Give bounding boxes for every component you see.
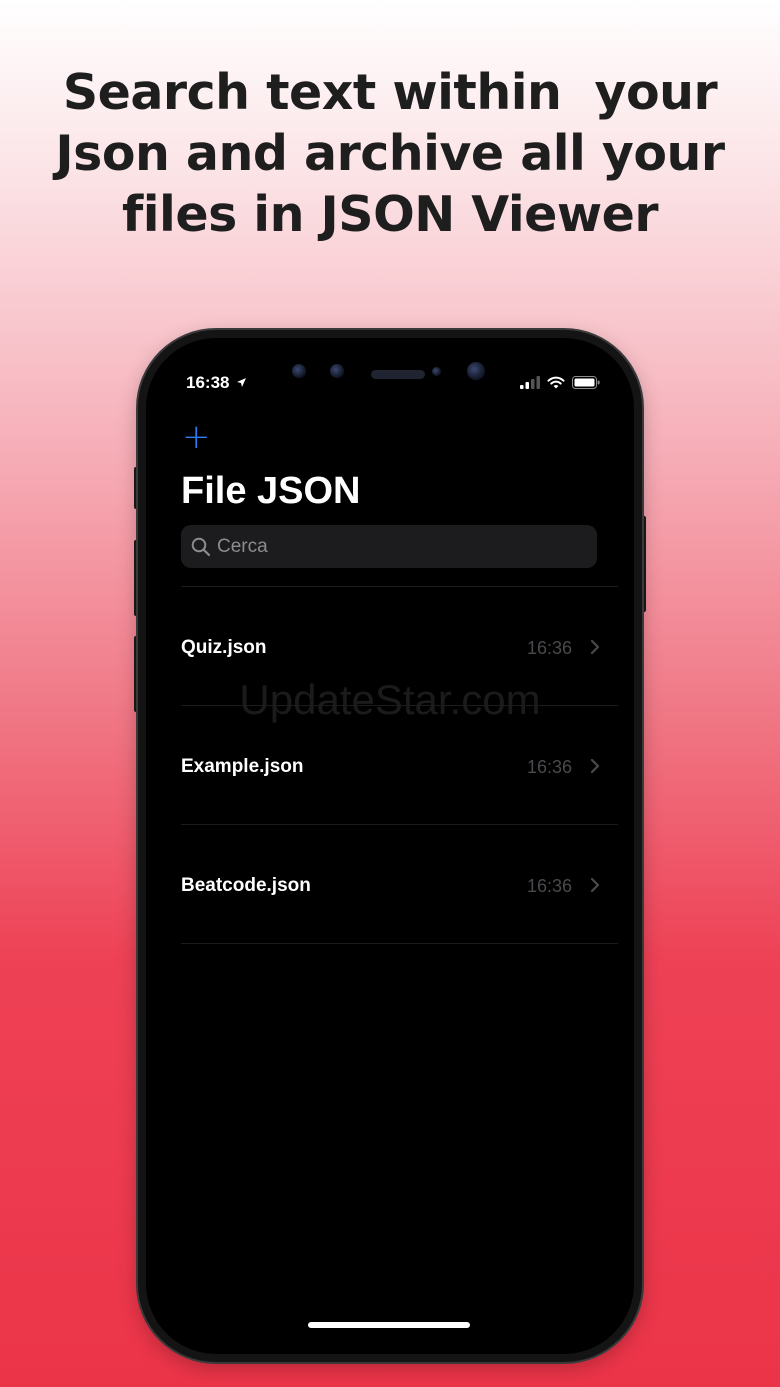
sensor-icon (292, 364, 306, 378)
status-time-text: 16:38 (186, 373, 230, 392)
chevron-right-icon (590, 758, 600, 774)
chevron-right-icon (590, 877, 600, 893)
file-time: 16:36 (526, 638, 572, 658)
file-name: Beatcode.json (181, 875, 311, 896)
search-bar[interactable] (181, 525, 597, 568)
promo-headline: Search text within your Json and archive… (40, 62, 740, 245)
file-name: Quiz.json (181, 637, 267, 658)
list-divider (181, 943, 618, 944)
file-row-example[interactable]: Example.json 16:36 (181, 706, 618, 824)
sensor-icon (330, 364, 344, 378)
headline-line-1: Search text within your (62, 64, 718, 121)
battery-icon (572, 375, 600, 389)
phone-screen: 16:38 + File JSON Cerca UpdateStar.com Q… (146, 338, 634, 1354)
file-row-quiz[interactable]: Quiz.json 16:36 (181, 587, 618, 705)
location-arrow-icon (237, 378, 247, 387)
file-time: 16:36 (526, 876, 572, 896)
phone-frame: 16:38 + File JSON Cerca UpdateStar.com Q… (138, 330, 642, 1362)
status-time: 16:38 (186, 373, 247, 393)
headline-line-3: files in JSON Viewer (121, 186, 659, 243)
front-camera-icon (467, 362, 485, 380)
sensor-icon (432, 367, 441, 376)
search-icon (191, 537, 211, 556)
home-indicator[interactable] (308, 1322, 470, 1328)
wifi-icon (547, 376, 565, 388)
search-input[interactable] (217, 535, 577, 558)
cellular-signal-icon (520, 375, 540, 389)
page-title: File JSON (181, 470, 361, 512)
file-row-beatcode[interactable]: Beatcode.json 16:36 (181, 825, 618, 943)
chevron-right-icon (590, 639, 600, 655)
add-file-button[interactable]: + (182, 420, 211, 454)
file-time: 16:36 (526, 757, 572, 777)
status-indicators (520, 374, 600, 390)
headline-line-2: Json and archive all your (55, 125, 725, 182)
speaker-grille (371, 370, 425, 379)
file-name: Example.json (181, 756, 304, 777)
